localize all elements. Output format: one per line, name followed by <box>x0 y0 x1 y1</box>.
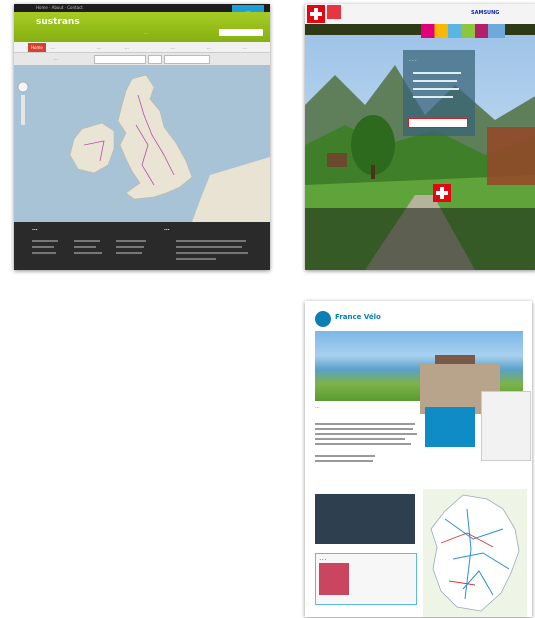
footer-link <box>32 246 54 248</box>
footer-link <box>32 240 58 242</box>
footer-link <box>116 246 144 248</box>
filter-select <box>94 55 146 64</box>
nav-tab: ... <box>51 45 55 50</box>
side-box <box>481 391 531 461</box>
filter-bar: ... <box>14 53 270 65</box>
welcome-title: ... <box>315 404 320 410</box>
uk-map <box>14 65 270 222</box>
top-links: Home · About · Contact <box>36 5 83 10</box>
site-logo-icon <box>315 311 331 327</box>
nav-tab: ... <box>97 45 101 50</box>
sponsor-logo: SAMSUNG <box>471 10 500 16</box>
panel-title: ... <box>409 56 418 63</box>
swiss-badge-icon <box>433 184 451 202</box>
footer-link <box>116 240 146 242</box>
news-image <box>319 563 349 595</box>
footer-link <box>74 252 102 254</box>
bottom-links <box>305 208 535 270</box>
footer-text <box>176 240 246 242</box>
site-logo: sustrans <box>36 17 80 27</box>
panel-input <box>408 118 468 128</box>
panel-link <box>413 88 459 90</box>
header-search-input <box>219 29 263 36</box>
screenshot-swiss-site: SAMSUNG ... <box>305 4 535 270</box>
uk-map-graphic <box>14 65 270 222</box>
footer-link <box>116 252 142 254</box>
screenshot-france-velo-site: France Vélo ... ... <box>305 301 532 617</box>
filter-select <box>148 55 162 64</box>
info-panel: ... <box>403 50 475 136</box>
footer-text <box>176 252 248 254</box>
footer-link <box>74 240 100 242</box>
footer-heading: ... <box>32 226 38 232</box>
category-icons <box>421 24 505 38</box>
nav-bar: Home ... ... ... ... ... ... <box>14 42 270 53</box>
promo-image <box>425 407 475 447</box>
footer-text <box>176 246 242 248</box>
flag-icon <box>327 5 341 19</box>
swiss-flag-icon <box>307 5 325 23</box>
nav-tab: ... <box>243 45 247 50</box>
footer-link <box>74 246 96 248</box>
body-text <box>315 438 405 440</box>
filter-select <box>164 55 210 64</box>
nav-tab: ... <box>207 45 211 50</box>
body-text <box>315 443 411 445</box>
screenshot-uk-map-site: Home · About · Contact ... sustrans ... … <box>14 4 270 270</box>
france-map <box>423 489 527 617</box>
panel-link <box>413 96 453 98</box>
body-text <box>315 455 375 457</box>
body-text <box>315 428 413 430</box>
nav-tab: ... <box>125 45 129 50</box>
header-links: ... <box>144 30 148 35</box>
france-map-graphic <box>430 494 520 612</box>
nav-tab: ... <box>171 45 175 50</box>
body-text <box>315 433 417 435</box>
footer-heading: ... <box>164 226 170 232</box>
site-logo: France Vélo <box>335 313 381 321</box>
site-footer: ... ... <box>14 222 270 270</box>
video-thumbnail <box>315 494 415 544</box>
body-text <box>315 460 373 462</box>
body-text <box>315 423 415 425</box>
footer-text <box>176 258 216 260</box>
nav-tab: Home <box>28 43 46 52</box>
footer-link <box>32 252 56 254</box>
panel-link <box>413 80 457 82</box>
news-title: ... <box>319 553 327 562</box>
filter-label: ... <box>54 56 58 61</box>
side-panel <box>487 127 535 185</box>
panel-link <box>413 72 461 74</box>
